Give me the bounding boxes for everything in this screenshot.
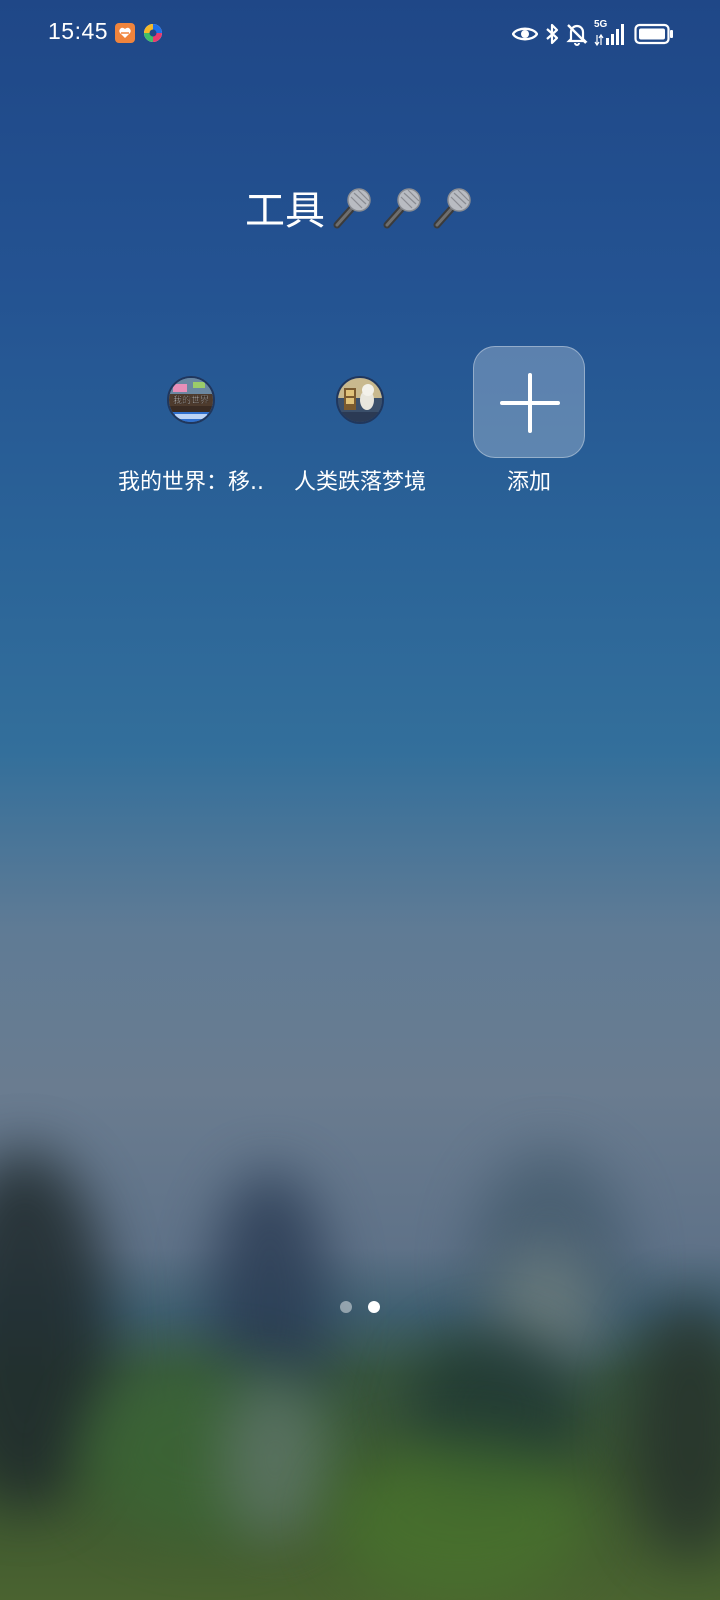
app-icon-wrapper [280, 346, 440, 460]
folder-title[interactable]: 工具 [0, 178, 720, 236]
page-dot[interactable] [340, 1301, 352, 1313]
wallpaper-blur-shape [220, 1380, 330, 1540]
app-label: 人类跌落梦境 [293, 470, 426, 495]
page-indicator [0, 1301, 720, 1313]
mute-bell-icon [566, 22, 588, 46]
microphone-icon [333, 188, 371, 229]
app-label: 我的世界：移.. [118, 470, 264, 495]
app-shortcut-minecraft[interactable]: 我的世界 我的世界：移.. [111, 346, 271, 498]
folder-title-emoji [325, 183, 475, 231]
svg-text:我的世界: 我的世界 [173, 394, 209, 406]
eye-icon [512, 25, 538, 43]
plus-icon [500, 373, 560, 433]
app-shortcut-human-fall-flat[interactable]: 人类跌落梦境 [280, 346, 440, 498]
app-icon-wrapper: 我的世界 [111, 346, 271, 460]
microphone-icon [383, 188, 421, 229]
wallpaper-blur-shape [630, 1300, 720, 1560]
folder-name: 工具 [245, 188, 325, 234]
5g-signal-icon: 5G [594, 19, 628, 47]
page-dot-active[interactable] [368, 1301, 380, 1313]
status-right-icons: 5G [512, 19, 674, 48]
add-app-button[interactable]: 添加 [449, 346, 609, 498]
app-icon-wrapper [449, 346, 609, 460]
wallpaper-blur-shape [330, 1440, 590, 1600]
home-screen-folder-view: 15:45 5G 工具 我的世界 我的世界：移.. 人类跌落梦境 添加 [0, 0, 720, 1600]
add-tile[interactable] [473, 346, 585, 458]
status-bar: 15:45 5G [0, 0, 720, 66]
bluetooth-icon [544, 22, 560, 46]
human-fall-flat-app-icon [336, 376, 384, 424]
app-notification-icon [115, 23, 135, 43]
battery-icon [634, 23, 674, 45]
status-time: 15:45 [48, 18, 109, 44]
minecraft-app-icon: 我的世界 [167, 376, 215, 424]
microphone-icon [433, 188, 471, 229]
ai-assistant-icon [143, 23, 163, 43]
app-label: 添加 [506, 470, 551, 495]
